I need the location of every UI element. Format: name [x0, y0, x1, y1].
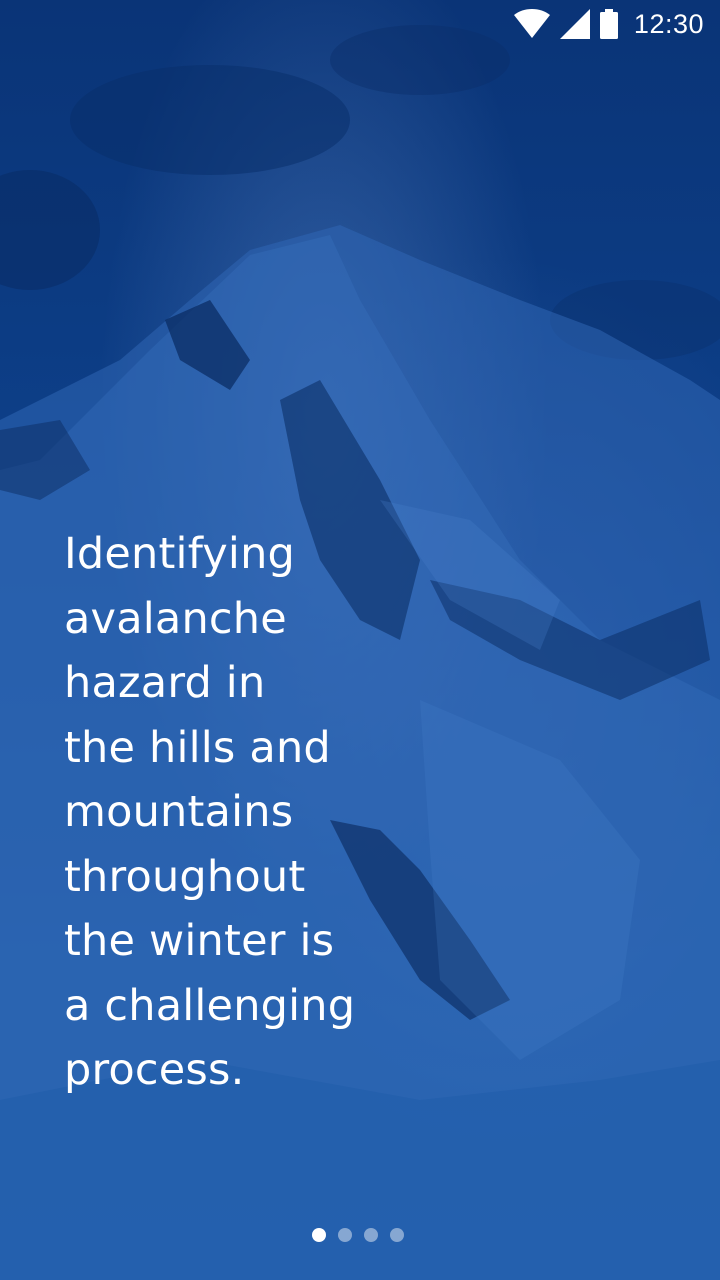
- cellular-signal-icon: [559, 9, 590, 39]
- page-indicator: [312, 1228, 404, 1242]
- onboarding-screen[interactable]: 12:30 Identifying avalanche hazard in th…: [0, 0, 720, 1280]
- status-time: 12:30: [633, 8, 704, 39]
- headline-line: a challenging: [64, 980, 356, 1031]
- headline-line: process.: [64, 1045, 245, 1095]
- page-indicator-dot-3[interactable]: [364, 1228, 378, 1242]
- headline-line: the hills and: [64, 722, 331, 773]
- headline-line: throughout: [64, 851, 306, 902]
- onboarding-headline: Identifying avalanche hazard in the hill…: [64, 522, 374, 1103]
- page-indicator-dot-1[interactable]: [312, 1228, 326, 1242]
- page-indicator-dot-4[interactable]: [390, 1228, 404, 1242]
- status-icons: 12:30: [513, 8, 704, 40]
- headline-line: mountains: [64, 787, 294, 837]
- headline-line: hazard in: [64, 658, 266, 708]
- page-indicator-dot-2[interactable]: [338, 1228, 352, 1242]
- status-bar: 12:30: [0, 0, 720, 48]
- headline-line: avalanche: [64, 593, 287, 644]
- headline-line: the winter is: [64, 916, 335, 966]
- wifi-icon: [513, 9, 550, 38]
- battery-icon: [599, 9, 618, 39]
- headline-line: Identifying: [64, 529, 296, 579]
